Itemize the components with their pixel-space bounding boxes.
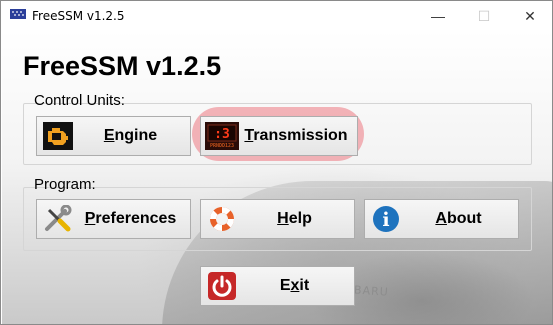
title-bar[interactable]: FreeSSM v1.2.5 — ☐ ✕ [1, 1, 552, 31]
minimize-button[interactable]: — [415, 1, 461, 31]
preferences-label-post: references [95, 210, 177, 227]
preferences-accel-key: P [84, 210, 96, 227]
info-icon: i [371, 205, 401, 233]
transmission-display-icon: :3 PRNDD123 [205, 122, 239, 150]
engine-accel-key: E [103, 127, 115, 144]
transmission-button[interactable]: :3 PRNDD123 Transmission [200, 116, 358, 156]
close-icon: ✕ [524, 7, 536, 24]
transmission-label-post: ransmission [253, 127, 348, 144]
program-label: Program: [34, 176, 96, 193]
control-units-label: Control Units: [34, 92, 125, 109]
transmission-display-digits: :3 [214, 127, 230, 142]
close-button[interactable]: ✕ [507, 1, 552, 31]
power-icon [207, 272, 237, 300]
transmission-display-caption: PRNDD123 [210, 143, 234, 149]
exit-label-pre: E [279, 277, 291, 294]
about-accel-key: A [435, 210, 447, 227]
tools-icon [43, 205, 73, 233]
maximize-icon: ☐ [477, 7, 491, 24]
app-heading: FreeSSM v1.2.5 [23, 51, 222, 81]
engine-button[interactable]: Engine [36, 116, 191, 156]
about-label-post: bout [446, 210, 482, 227]
exit-label-post: it [299, 277, 310, 294]
exit-button[interactable]: Exit [200, 266, 355, 306]
lifebuoy-icon [207, 205, 237, 233]
transmission-accel-key: T [244, 127, 254, 144]
main-panel: SUBARU FreeSSM v1.2.5 Control Units: Pro… [2, 31, 552, 324]
info-glyph: i [382, 209, 389, 231]
maximize-button[interactable]: ☐ [461, 1, 507, 31]
preferences-button[interactable]: Preferences [36, 199, 191, 239]
freessm-window: FreeSSM v1.2.5 — ☐ ✕ SUBARU FreeSSM v1.2… [0, 0, 553, 325]
window-title: FreeSSM v1.2.5 [32, 9, 125, 23]
engine-label-post: ngine [114, 127, 158, 144]
help-label-post: elp [288, 210, 312, 227]
minimize-icon: — [431, 8, 445, 24]
about-button[interactable]: i About [364, 199, 519, 239]
help-button[interactable]: Help [200, 199, 355, 239]
app-flag-icon [10, 9, 26, 22]
help-accel-key: H [277, 210, 289, 227]
check-engine-icon [43, 122, 73, 150]
